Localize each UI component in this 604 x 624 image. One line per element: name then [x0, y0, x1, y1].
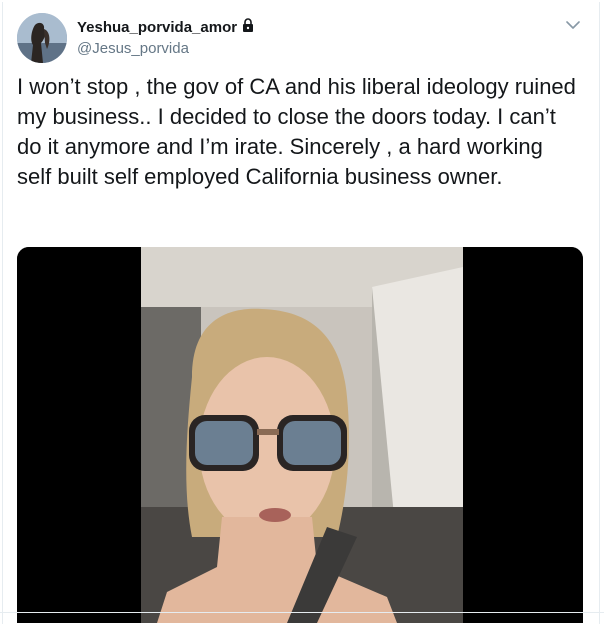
author-display-name[interactable]: Yeshua_porvida_amor — [77, 19, 237, 36]
divider — [0, 612, 604, 613]
avatar[interactable] — [17, 13, 67, 63]
lock-icon — [241, 18, 255, 36]
author-handle[interactable]: @Jesus_porvida — [77, 40, 189, 57]
video-frame — [17, 247, 583, 623]
chevron-down-icon[interactable] — [562, 14, 584, 36]
avatar-image — [17, 13, 67, 63]
author-display-name-row[interactable]: Yeshua_porvida_amor — [77, 18, 255, 36]
video-player[interactable] — [17, 247, 583, 623]
tweet-text: I won’t stop , the gov of CA and his lib… — [17, 74, 576, 189]
